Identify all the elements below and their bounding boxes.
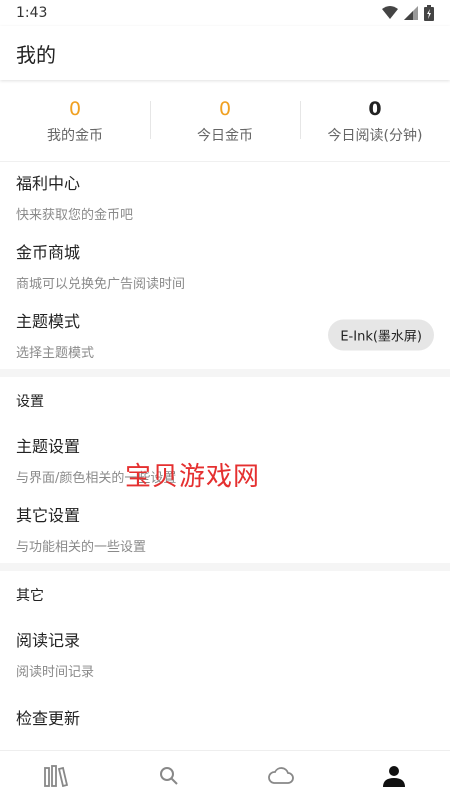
menu-item-title: 阅读记录 (16, 631, 81, 650)
cloud-icon (268, 766, 295, 784)
person-icon (382, 765, 405, 787)
menu-item-subtitle: 与功能相关的一些设置 (16, 540, 147, 555)
search-icon (159, 766, 178, 785)
stat-label: 今日阅读(分钟) (327, 127, 423, 144)
menu-item-coin-store[interactable]: 金币商城 商城可以兑换免广告阅读时间 (0, 231, 450, 300)
menu-item-title: 其它设置 (16, 506, 81, 525)
section-divider (0, 563, 450, 571)
stat-value: 0 (218, 97, 232, 120)
menu-item-reading-history[interactable]: 阅读记录 阅读时间记录 (0, 619, 450, 688)
section-header-settings: 设置 (16, 394, 44, 410)
stat-my-coins[interactable]: 0 我的金币 (0, 97, 150, 145)
menu-item-theme-mode[interactable]: 主题模式 选择主题模式 E-Ink(墨水屏) (0, 300, 450, 369)
menu-item-subtitle: 商城可以兑换免广告阅读时间 (16, 277, 186, 292)
stat-value: 0 (68, 97, 82, 120)
menu-item-welfare-center[interactable]: 福利中心 快来获取您的金币吧 (0, 162, 450, 231)
cell-signal-icon (404, 6, 418, 20)
battery-icon (424, 5, 434, 21)
stat-label: 今日金币 (197, 127, 253, 144)
menu-item-subtitle: 快来获取您的金币吧 (16, 208, 134, 223)
status-time: 1:43 (16, 5, 48, 21)
wifi-icon (382, 6, 398, 19)
stat-today-reading[interactable]: 0 今日阅读(分钟) (300, 97, 450, 145)
menu-item-other-settings[interactable]: 其它设置 与功能相关的一些设置 (0, 494, 450, 563)
menu-item-title: 金币商城 (16, 243, 81, 262)
menu-item-subtitle: 阅读时间记录 (16, 665, 95, 680)
theme-mode-chip[interactable]: E-Ink(墨水屏) (328, 319, 434, 350)
menu-item-title: 检查更新 (16, 709, 81, 728)
menu-item-check-update[interactable]: 检查更新 (0, 688, 450, 746)
section-divider (0, 369, 450, 377)
page-title: 我的 (16, 42, 56, 67)
section-header-others: 其它 (16, 588, 44, 604)
menu-item-subtitle: 与界面/颜色相关的一些设置 (16, 471, 177, 486)
nav-tab-cloud[interactable] (225, 751, 338, 800)
stat-label: 我的金币 (47, 127, 103, 144)
bottom-nav (0, 750, 450, 800)
stat-value: 0 (368, 97, 382, 120)
stats-panel: 0 我的金币 0 今日金币 0 今日阅读(分钟) (0, 80, 450, 162)
nav-tab-profile[interactable] (338, 751, 450, 800)
app-bar: 我的 (0, 26, 450, 80)
menu-item-title: 福利中心 (16, 174, 81, 193)
bookshelf-icon (44, 764, 69, 787)
menu-item-theme-settings[interactable]: 主题设置 与界面/颜色相关的一些设置 (0, 425, 450, 494)
content: 0 我的金币 0 今日金币 0 今日阅读(分钟) 福利中心 快来获取您的金币吧 … (0, 80, 450, 750)
stat-today-coins[interactable]: 0 今日金币 (150, 97, 300, 145)
nav-tab-bookshelf[interactable] (0, 751, 113, 800)
nav-tab-search[interactable] (113, 751, 226, 800)
status-bar: 1:43 (0, 0, 450, 26)
menu-item-title: 主题设置 (16, 437, 81, 456)
